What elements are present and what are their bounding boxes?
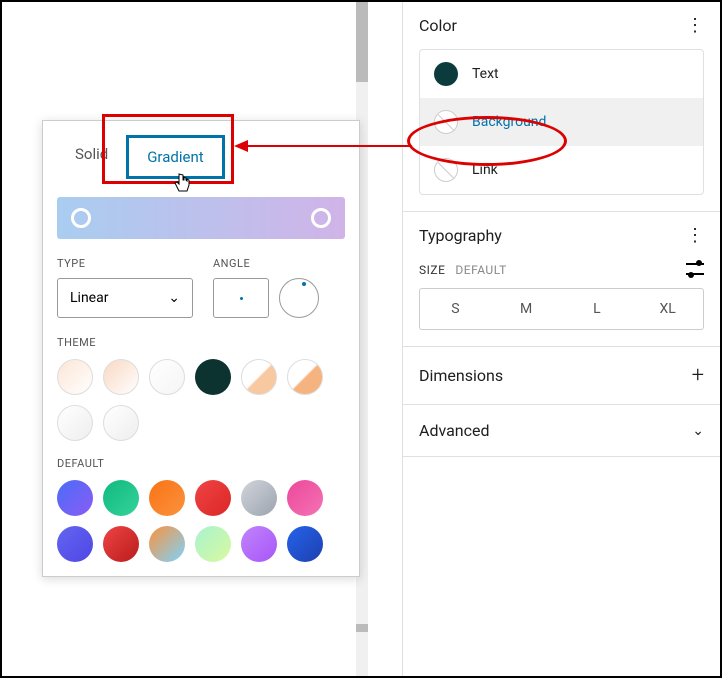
angle-label: ANGLE [213,257,319,270]
background-color-swatch [434,110,458,134]
theme-label: THEME [57,336,345,349]
text-color-swatch [434,62,458,86]
default-swatch-10[interactable] [195,526,231,562]
color-row-background[interactable]: Background [420,98,703,146]
scrollbar-thumb-bottom[interactable] [356,624,368,632]
size-label: SIZE DEFAULT [419,259,507,278]
size-settings-icon[interactable] [686,260,704,278]
gradient-handle-start[interactable] [71,208,91,228]
color-list: Text Background Link [419,49,704,195]
typography-options-icon[interactable]: ⋮ [686,227,704,245]
background-color-label: Background [472,114,546,130]
color-section-title: Color [419,16,457,35]
typography-section: Typography ⋮ SIZE DEFAULT S M L XL [403,212,720,347]
default-swatch-11[interactable] [241,526,277,562]
angle-input[interactable] [213,278,269,318]
theme-swatch-5[interactable] [241,359,277,395]
theme-swatch-1[interactable] [57,359,93,395]
advanced-toggle[interactable]: Advanced ⌄ [403,405,720,456]
theme-swatch-6[interactable] [287,359,323,395]
default-swatch-9[interactable] [149,526,185,562]
dimensions-toggle[interactable]: Dimensions + [403,347,720,404]
theme-swatch-3[interactable] [149,359,185,395]
default-swatch-2[interactable] [103,480,139,516]
type-label: TYPE [57,257,193,270]
default-swatch-12[interactable] [287,526,323,562]
size-xl-button[interactable]: XL [632,289,703,329]
gradient-handle-end[interactable] [311,208,331,228]
gradient-type-value: Linear [70,290,108,306]
text-color-label: Text [472,66,499,82]
tab-gradient[interactable]: Gradient [126,135,224,179]
size-l-button[interactable]: L [562,289,633,329]
dimensions-section: Dimensions + [403,347,720,405]
size-m-button[interactable]: M [491,289,562,329]
theme-swatch-2[interactable] [103,359,139,395]
advanced-section: Advanced ⌄ [403,405,720,457]
tab-solid[interactable]: Solid [57,135,126,179]
color-section: Color ⋮ Text Background Link [403,2,720,212]
color-row-text[interactable]: Text [420,50,703,98]
link-color-swatch [434,158,458,182]
gradient-type-select[interactable]: Linear ⌄ [57,278,193,318]
default-label: DEFAULT [57,457,345,470]
theme-swatch-grid [57,359,345,441]
size-button-group: S M L XL [419,288,704,330]
default-swatch-7[interactable] [57,526,93,562]
angle-dial[interactable] [279,278,319,318]
default-swatch-6[interactable] [287,480,323,516]
color-row-link[interactable]: Link [420,146,703,194]
color-options-icon[interactable]: ⋮ [686,17,704,35]
theme-swatch-7[interactable] [57,405,93,441]
default-swatch-8[interactable] [103,526,139,562]
default-swatch-grid [57,480,345,562]
color-mode-tabs: Solid Gradient [57,135,345,179]
theme-swatch-8[interactable] [103,405,139,441]
link-color-label: Link [472,162,498,178]
color-picker-popover: Solid Gradient TYPE Linear ⌄ ANGLE THEME [42,120,360,577]
size-s-button[interactable]: S [420,289,491,329]
theme-swatch-4[interactable] [195,359,231,395]
default-swatch-4[interactable] [195,480,231,516]
default-swatch-1[interactable] [57,480,93,516]
default-swatch-5[interactable] [241,480,277,516]
plus-icon: + [692,363,704,388]
gradient-preview-bar[interactable] [57,197,345,239]
typography-section-title: Typography [419,226,502,245]
dimensions-title: Dimensions [419,366,503,385]
scrollbar-thumb[interactable] [356,2,368,82]
default-swatch-3[interactable] [149,480,185,516]
chevron-down-icon: ⌄ [692,423,704,439]
chevron-down-icon: ⌄ [168,290,180,306]
inspector-sidebar: Color ⋮ Text Background Link Typography … [402,2,720,676]
advanced-title: Advanced [419,421,490,440]
